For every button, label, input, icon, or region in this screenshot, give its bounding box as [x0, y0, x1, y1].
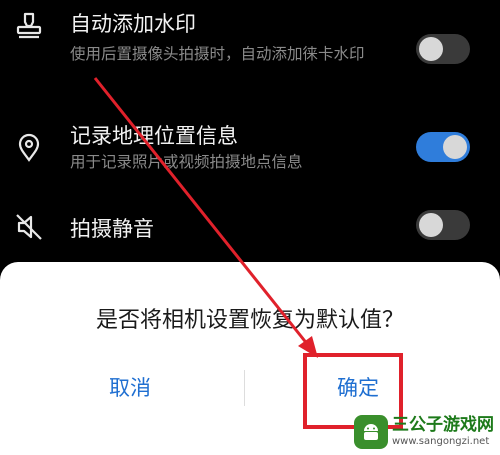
- annotation-arrow: [93, 77, 318, 358]
- site-watermark: 三公子游戏网 www.sangongzi.net: [354, 415, 494, 449]
- android-robot-icon: [354, 415, 388, 449]
- watermark-url: www.sangongzi.net: [392, 436, 490, 448]
- watermark-name: 三公子游戏网: [392, 415, 494, 436]
